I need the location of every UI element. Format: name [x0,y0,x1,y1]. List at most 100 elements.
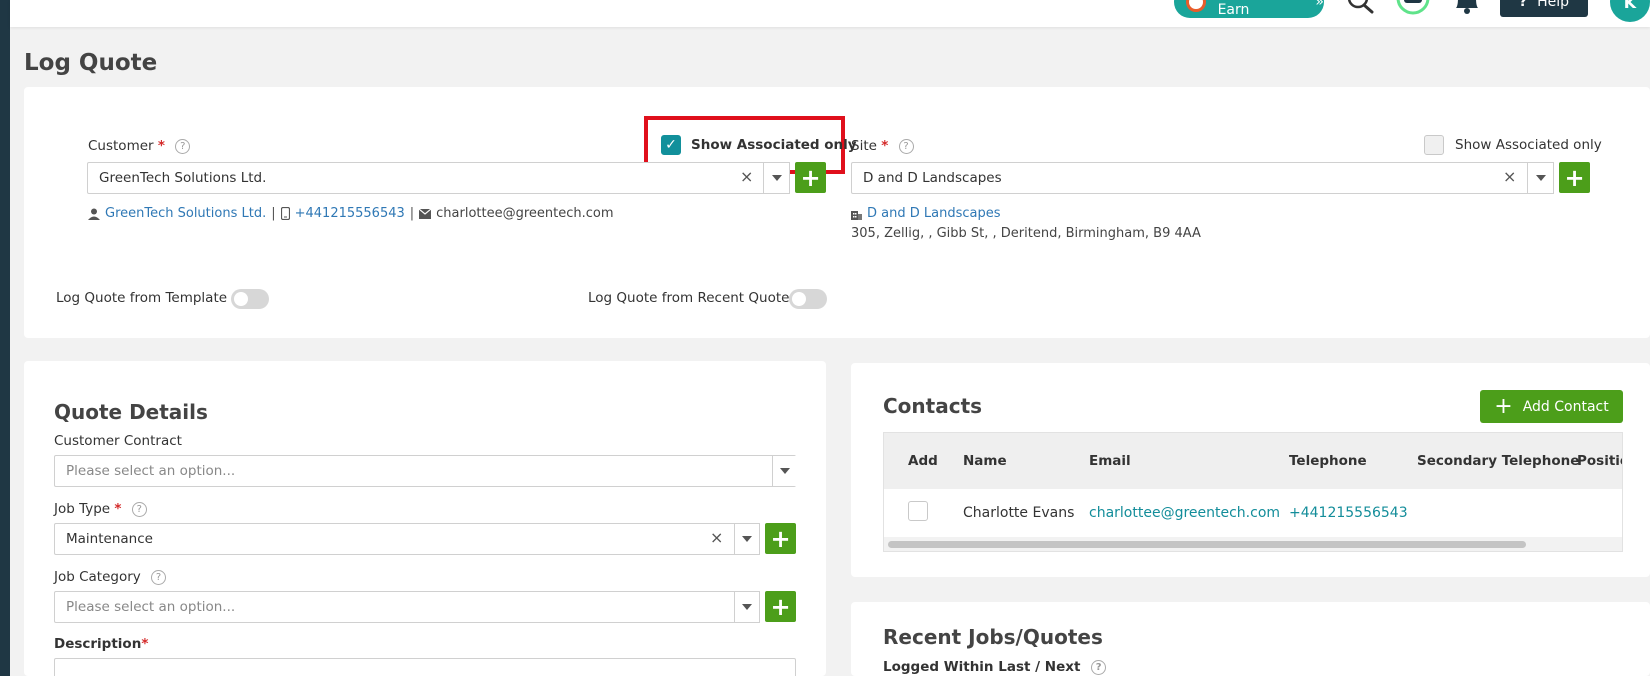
site-dropdown-toggle[interactable] [1527,162,1554,194]
customer-required-mark: * [157,138,165,154]
description-required-mark: * [141,636,149,652]
customer-label-wrap: Customer * ? [88,138,191,154]
site-clear-icon[interactable]: × [1503,167,1516,186]
contacts-title: Contacts [883,394,983,418]
checkmark-icon: ✓ [665,137,677,153]
search-icon[interactable] [1346,0,1376,18]
contact-telephone-link[interactable]: +441215556543 [1289,505,1408,521]
job-type-dropdown-toggle[interactable] [734,523,760,555]
site-show-associated-label: Show Associated only [1455,137,1602,153]
site-required-mark: * [881,138,889,154]
contract-label: Customer Contract [54,433,182,449]
person-icon [88,208,100,220]
site-help-icon[interactable]: ? [898,138,914,154]
template-toggle[interactable] [231,289,269,309]
description-textarea[interactable] [54,658,796,676]
chevron-down-icon [742,536,752,542]
site-show-associated-checkbox[interactable] [1424,135,1444,155]
customer-show-associated-checkbox[interactable]: ✓ [661,135,681,155]
customer-select-value: GreenTech Solutions Ltd. [99,170,267,186]
template-toggle-label: Log Quote from Template [56,290,228,306]
customer-label: Customer [88,138,154,154]
add-job-category-button[interactable]: + [765,591,796,622]
help-button[interactable]: ? Help [1500,0,1588,17]
chevron-down-icon [1535,175,1546,181]
site-info-name-link[interactable]: D and D Landscapes [867,206,1001,221]
add-job-type-button[interactable]: + [765,523,796,554]
site-select[interactable]: D and D Landscapes [851,162,1554,194]
job-category-placeholder: Please select an option... [66,599,236,615]
job-type-help-icon[interactable]: ? [131,501,147,517]
job-type-clear-icon[interactable]: × [710,528,723,547]
column-header-telephone: Telephone [1289,453,1367,469]
add-contact-label: Add Contact [1522,398,1609,415]
contact-add-checkbox[interactable] [908,501,928,521]
job-category-label: Job Category [54,569,141,585]
column-header-name: Name [963,453,1007,469]
double-chevron-icon: » [1315,0,1324,10]
phone-icon [280,207,290,220]
customer-info-name-link[interactable]: GreenTech Solutions Ltd. [105,206,266,221]
job-type-label: Job Type [54,501,111,517]
contacts-table: Add Name Email Telephone Secondary Telep… [883,432,1623,552]
site-select-value: D and D Landscapes [863,170,1002,186]
job-type-select[interactable]: Maintenance [54,523,760,555]
plus-icon: + [1494,393,1513,419]
description-label: Description [54,636,142,652]
site-label: Site [851,138,877,154]
chevron-down-icon [771,175,782,181]
customer-info-phone-link[interactable]: +441215556543 [295,206,405,221]
recent-quote-toggle[interactable] [789,289,827,309]
chat-icon[interactable] [1396,0,1430,18]
info-separator: | [271,206,276,221]
column-header-position: Positio [1577,453,1622,469]
refer-logo-icon [1186,0,1206,12]
job-category-label-wrap: Job Category ? [54,569,167,585]
refer-earn-label: Refer & Earn [1217,0,1270,18]
info-separator-2: | [409,206,415,221]
job-type-required-mark: * [114,501,122,517]
building-icon [851,210,862,220]
logged-within-help-icon[interactable]: ? [1091,659,1107,675]
column-header-add: Add [908,453,938,469]
question-icon: ? [1518,0,1528,10]
contract-select[interactable]: Please select an option... [54,455,796,487]
customer-help-icon[interactable]: ? [175,138,191,154]
customer-dropdown-toggle[interactable] [763,162,790,194]
customer-select[interactable]: GreenTech Solutions Ltd. [87,162,790,194]
logged-within-label: Logged Within Last / Next [883,659,1081,675]
job-category-dropdown-toggle[interactable] [734,591,760,623]
customer-clear-icon[interactable]: × [740,167,753,186]
column-header-email: Email [1089,453,1131,469]
job-category-help-icon[interactable]: ? [151,569,167,585]
add-customer-button[interactable]: + [795,162,826,193]
column-header-secondary-telephone: Secondary Telephone [1417,453,1580,469]
contract-dropdown-toggle[interactable] [772,456,797,486]
job-type-value: Maintenance [66,531,153,547]
avatar-initial: K [1623,0,1637,12]
contact-name: Charlotte Evans [963,505,1075,521]
site-address: 305, Zellig, , Gibb St, , Deritend, Birm… [851,226,1201,241]
bell-icon[interactable] [1452,0,1482,18]
help-label: Help [1537,0,1570,10]
site-label-wrap: Site * ? [851,138,914,154]
job-type-label-wrap: Job Type * ? [54,501,147,517]
left-sidebar-edge [0,0,10,676]
mail-icon [419,208,432,219]
logged-within-label-wrap: Logged Within Last / Next ? [883,659,1107,675]
contract-placeholder: Please select an option... [66,463,236,479]
site-info-line: D and D Landscapes [851,206,1001,221]
add-site-button[interactable]: + [1559,162,1590,193]
add-contact-button[interactable]: + Add Contact [1480,390,1623,423]
contact-email-link[interactable]: charlottee@greentech.com [1089,505,1280,521]
refer-earn-button[interactable]: Refer & Earn » [1174,0,1324,18]
description-label-wrap: Description* [54,636,148,652]
recent-quote-toggle-label: Log Quote from Recent Quote [588,290,790,306]
horizontal-scrollbar-thumb[interactable] [888,541,1526,548]
chevron-down-icon [780,468,790,474]
recent-jobs-title: Recent Jobs/Quotes [883,625,1103,649]
customer-info-email: charlottee@greentech.com [436,206,614,221]
quote-details-title: Quote Details [54,400,208,424]
page-title: Log Quote [24,50,158,76]
job-category-select[interactable]: Please select an option... [54,591,760,623]
